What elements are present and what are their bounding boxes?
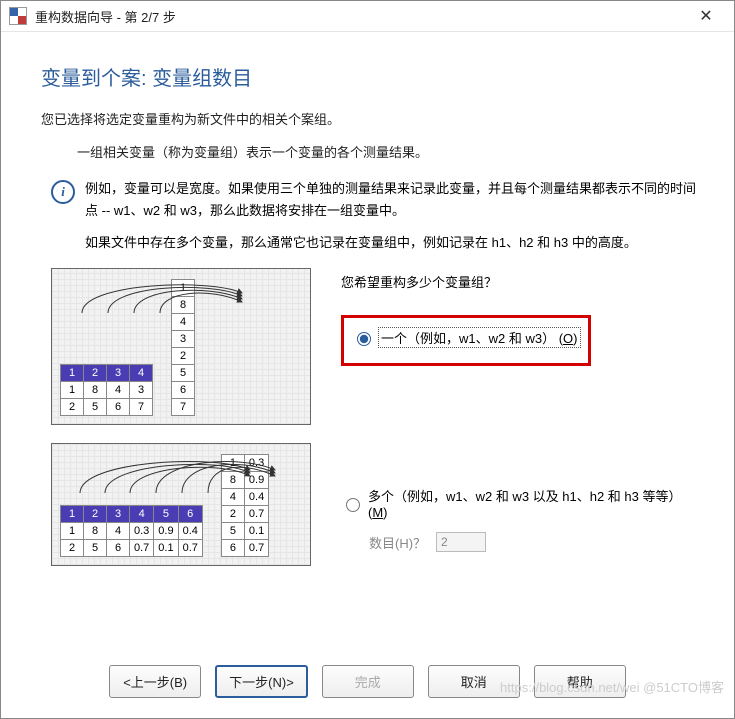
- illus2-source-table: 1 2 3 4 5 6 1 8 4 0.3: [60, 505, 203, 557]
- content-row: 1 2 3 4 1 8 4 3: [31, 268, 704, 566]
- finish-button: 完成: [322, 665, 414, 698]
- subtext-1: 一组相关变量（称为变量组）表示一个变量的各个测量结果。: [77, 142, 704, 164]
- radio-many-groups[interactable]: [346, 498, 360, 512]
- illus2-target-table: 10.3 80.9 40.4 20.7 50.1 60.7: [221, 454, 269, 557]
- options-column: 您希望重构多少个变量组？ 一个（例如，w1、w2 和 w3） (O) 多个（例如…: [311, 268, 704, 566]
- page-title: 变量到个案: 变量组数目: [41, 62, 704, 91]
- illus1-source-table: 1 2 3 4 1 8 4 3: [60, 364, 153, 416]
- count-input: [436, 532, 486, 552]
- next-button[interactable]: 下一步(N)>: [215, 665, 308, 698]
- count-row: 数目(H)？: [369, 532, 704, 552]
- button-bar: <上一步(B) 下一步(N)> 完成 取消 帮助: [1, 647, 734, 718]
- count-label: 数目(H)？: [369, 533, 426, 552]
- info-icon: i: [51, 180, 75, 204]
- titlebar: 重构数据向导 - 第 2/7 步 ✕: [1, 1, 734, 32]
- intro-text: 您已选择将选定变量重构为新文件中的相关个案组。: [41, 109, 704, 128]
- help-button[interactable]: 帮助: [534, 665, 626, 698]
- cancel-button[interactable]: 取消: [428, 665, 520, 698]
- wizard-body: 变量到个案: 变量组数目 您已选择将选定变量重构为新文件中的相关个案组。 一组相…: [1, 32, 734, 647]
- illustration-two: 1 2 3 4 5 6 1 8 4 0.3: [51, 443, 311, 566]
- illustration-one: 1 2 3 4 1 8 4 3: [51, 268, 311, 425]
- radio-many-label[interactable]: 多个（例如，w1、w2 和 w3 以及 h1、h2 和 h3 等等） (M): [368, 486, 704, 520]
- wizard-window: 重构数据向导 - 第 2/7 步 ✕ 变量到个案: 变量组数目 您已选择将选定变…: [0, 0, 735, 719]
- app-icon: [9, 7, 27, 25]
- info-text-2: 如果文件中存在多个变量，那么通常它也记录在变量组中，例如记录在 h1、h2 和 …: [85, 232, 704, 254]
- question-text: 您希望重构多少个变量组？: [341, 272, 704, 291]
- option-one-highlight: 一个（例如，w1、w2 和 w3） (O): [341, 315, 591, 366]
- back-button[interactable]: <上一步(B): [109, 665, 201, 698]
- illus1-target-table: 1 8 4 3 2 5 6 7: [171, 279, 195, 416]
- info-row: i 例如，变量可以是宽度。如果使用三个单独的测量结果来记录此变量，并且每个测量结…: [51, 178, 704, 254]
- radio-one-label[interactable]: 一个（例如，w1、w2 和 w3） (O): [379, 328, 580, 347]
- radio-one-group[interactable]: [357, 332, 371, 346]
- info-text-1: 例如，变量可以是宽度。如果使用三个单独的测量结果来记录此变量，并且每个测量结果都…: [85, 178, 704, 222]
- window-title: 重构数据向导 - 第 2/7 步: [35, 7, 176, 26]
- option-many-row: 多个（例如，w1、w2 和 w3 以及 h1、h2 和 h3 等等） (M): [341, 486, 704, 520]
- illustrations: 1 2 3 4 1 8 4 3: [51, 268, 311, 566]
- close-button[interactable]: ✕: [686, 6, 726, 26]
